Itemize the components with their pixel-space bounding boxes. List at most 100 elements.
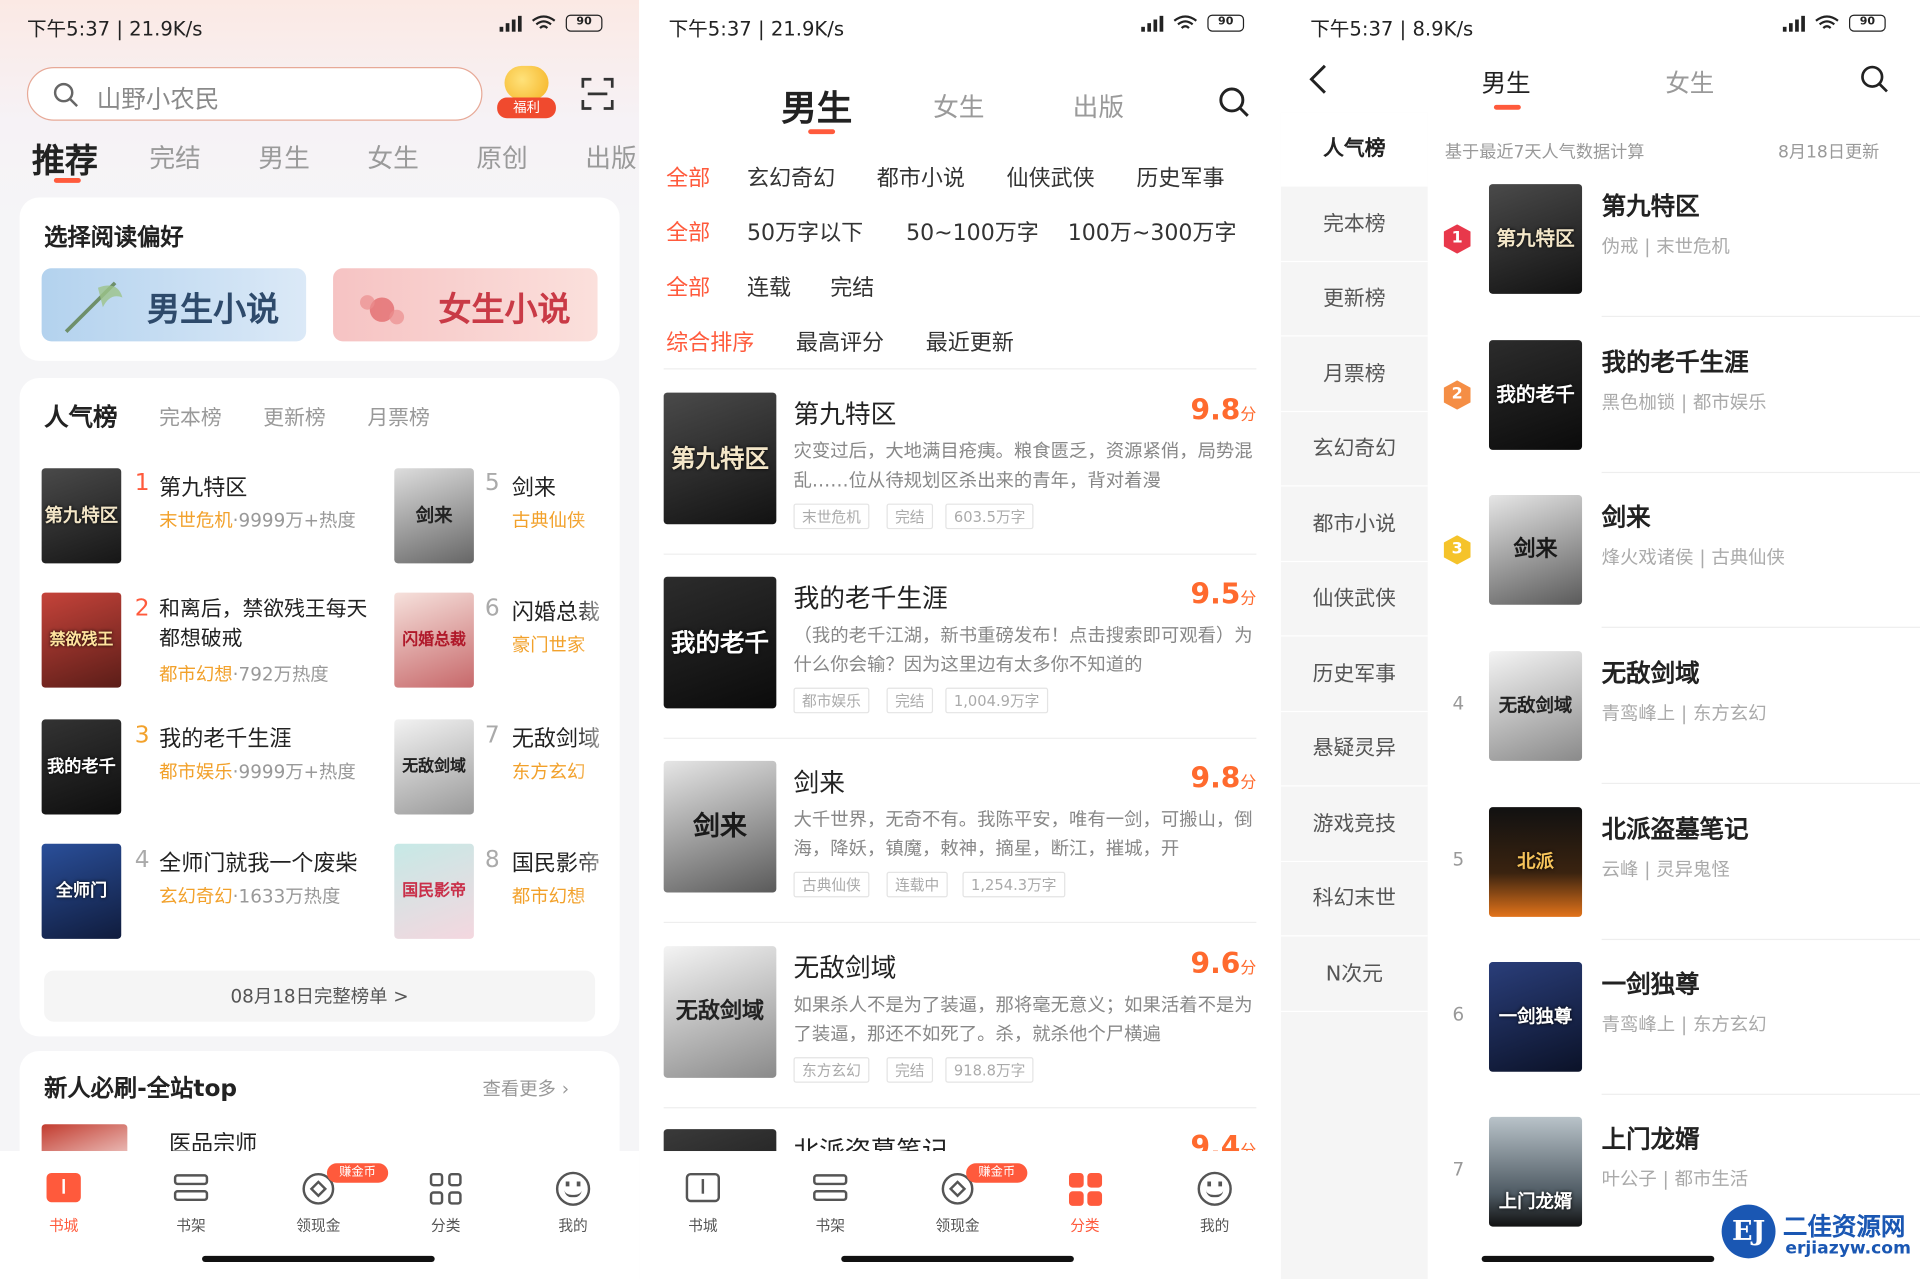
tab-indicator	[53, 178, 81, 183]
tab-publish[interactable]: 出版	[1073, 88, 1124, 125]
nav-category[interactable]: 分类	[1036, 1168, 1134, 1235]
book-cover[interactable]: 剑来	[394, 468, 474, 564]
sidebar-item[interactable]: 更新榜	[1280, 262, 1428, 337]
nav-mine[interactable]: 我的	[1166, 1168, 1264, 1235]
nav-bookstore[interactable]: 书城	[654, 1168, 752, 1235]
sidebar-item[interactable]: 玄幻奇幻	[1280, 412, 1428, 487]
rank-tab-monthly[interactable]: 月票榜	[367, 400, 429, 430]
male-novel-button[interactable]: 男生小说	[41, 268, 307, 342]
book-list-item[interactable]: 无敌剑域 无敌剑域 9.6分 如果杀人不是为了装逼，那将毫无意义；如果活着不是为…	[663, 946, 1257, 1129]
filter-option[interactable]: 综合排序	[666, 326, 754, 358]
signal-icon	[1141, 15, 1164, 32]
see-more-link[interactable]: 查看更多 ›	[482, 1075, 569, 1101]
cover-title: 剑来	[415, 504, 453, 527]
filter-option[interactable]: 连载	[747, 271, 791, 303]
filter-option[interactable]: 都市小说	[877, 161, 965, 193]
filter-option[interactable]: 全部	[666, 271, 710, 303]
ranking-item[interactable]: 2 我的老千 我的老千生涯 黑色枷锁 | 都市娱乐	[1440, 340, 1920, 496]
search-input[interactable]: 山野小农民	[26, 67, 483, 121]
filter-option[interactable]: 最高评分	[796, 326, 884, 358]
book-cover[interactable]: 闪婚总裁	[394, 592, 474, 688]
sidebar-item[interactable]: N次元	[1280, 938, 1428, 1013]
book-cover[interactable]: 无敌剑域	[394, 719, 474, 815]
rank-tab-finished[interactable]: 完本榜	[159, 400, 221, 430]
sidebar-item[interactable]: 人气榜	[1280, 112, 1428, 187]
tab-publish[interactable]: 出版	[585, 139, 636, 176]
score-value: 9.6	[1190, 948, 1241, 981]
tab-male[interactable]: 男生	[258, 139, 309, 176]
filter-option[interactable]: 历史军事	[1136, 161, 1224, 193]
tab-male[interactable]: 男生	[1482, 63, 1531, 98]
divider	[1601, 782, 1920, 785]
sidebar-item[interactable]: 悬疑灵异	[1280, 712, 1428, 787]
nav-label: 书架	[815, 1216, 845, 1234]
nav-bookstore[interactable]: 书城	[15, 1168, 113, 1235]
book-title[interactable]: 我的老千生涯	[159, 722, 291, 754]
filter-option[interactable]: 全部	[666, 216, 710, 248]
search-icon[interactable]	[1217, 85, 1251, 119]
filter-option[interactable]: 全部	[666, 161, 710, 193]
ranking-item[interactable]: 4 无敌剑域 无敌剑域 青鸾峰上 | 东方玄幻	[1440, 651, 1920, 807]
book-title[interactable]: 剑来	[512, 471, 556, 503]
ranking-item[interactable]: 5 北派 北派盗墓笔记 云峰 | 灵异鬼怪	[1440, 807, 1920, 963]
rank-tab-updated[interactable]: 更新榜	[263, 400, 325, 430]
tab-recommend[interactable]: 推荐	[32, 134, 98, 182]
back-arrow-icon[interactable]	[1305, 63, 1332, 95]
book-tag: 豪门世家	[511, 634, 586, 656]
book-title[interactable]: 第九特区	[159, 471, 247, 503]
ranking-item[interactable]: 6 一剑独尊 一剑独尊 青鸾峰上 | 东方玄幻	[1440, 962, 1920, 1118]
male-novel-label: 男生小说	[146, 291, 280, 330]
filter-option[interactable]: 50万字以下	[747, 216, 863, 248]
sidebar-item[interactable]: 科幻末世	[1280, 862, 1428, 937]
scan-icon[interactable]	[580, 77, 614, 111]
sidebar-item[interactable]: 月票榜	[1280, 338, 1428, 413]
book-list-item[interactable]: 我的老千 我的老千生涯 9.5分 （我的老千江湖，新书重磅发布！点击搜索即可观看…	[663, 576, 1256, 760]
rank-tab-popular[interactable]: 人气榜	[44, 397, 117, 432]
cover-title: 我的老千	[1496, 382, 1575, 407]
tab-female[interactable]: 女生	[1665, 63, 1714, 98]
book-cover[interactable]: 国民影帝	[394, 843, 474, 939]
tab-female[interactable]: 女生	[933, 88, 984, 125]
ranking-item[interactable]: 3 剑来 剑来 烽火戏诸侯 | 古典仙侠	[1440, 495, 1920, 651]
book-cover[interactable]: 第九特区	[41, 468, 122, 564]
book-cover[interactable]: 全师门	[41, 843, 122, 939]
tab-finished[interactable]: 完结	[149, 139, 200, 176]
welfare-button[interactable]: 福利	[497, 65, 556, 120]
sidebar-item[interactable]: 都市小说	[1280, 488, 1428, 563]
filter-option[interactable]: 50~100万字	[906, 216, 1039, 248]
nav-shelf[interactable]: 书架	[781, 1168, 879, 1235]
book-list-item[interactable]: 剑来 剑来 9.8分 大千世界，无奇不有。我陈平安，唯有一剑，可搬山，倒海，降妖…	[663, 760, 1256, 944]
full-list-button[interactable]: 08月18日完整榜单 >	[44, 970, 596, 1022]
book-cover[interactable]: 禁欲残王	[41, 592, 122, 688]
nav-category[interactable]: 分类	[397, 1168, 495, 1235]
female-novel-button[interactable]: 女生小说	[333, 268, 598, 342]
book-list-item[interactable]: 第九特区 第九特区 9.8分 灾变过后，大地满目疮痍。粮食匮乏，资源紧俏，局势混…	[663, 392, 1256, 576]
rank-number: 6	[484, 595, 500, 622]
ranking-item[interactable]: 1 第九特区 第九特区 伪戒 | 末世危机	[1440, 184, 1920, 340]
tab-female[interactable]: 女生	[367, 139, 418, 176]
tab-male[interactable]: 男生	[781, 80, 852, 131]
sidebar-item[interactable]: 完本榜	[1280, 188, 1428, 263]
nav-shelf[interactable]: 书架	[142, 1168, 240, 1235]
book-cover[interactable]: 我的老千	[41, 719, 122, 815]
book-title[interactable]: 全师门就我一个废柴	[159, 846, 357, 878]
nav-cash[interactable]: 赚金币 领现金	[909, 1163, 1028, 1235]
filter-option[interactable]: 最近更新	[926, 326, 1014, 358]
nav-cash[interactable]: 赚金币 领现金	[269, 1163, 389, 1235]
book-heat: ·9999万+热度	[232, 760, 356, 783]
score-unit: 分	[1240, 959, 1257, 978]
filter-option[interactable]: 100万~300万字	[1068, 216, 1237, 248]
sidebar-item[interactable]: 仙侠武侠	[1280, 562, 1428, 637]
filter-option[interactable]: 仙侠武侠	[1007, 161, 1095, 193]
nav-mine[interactable]: 我的	[524, 1168, 622, 1235]
signal-icon	[1782, 15, 1805, 32]
sidebar-item[interactable]: 历史军事	[1280, 638, 1428, 713]
shelf-icon	[170, 1168, 212, 1209]
filter-option[interactable]: 完结	[830, 271, 874, 303]
book-title[interactable]: 和离后，禁欲残王每天都想破戒	[159, 595, 375, 654]
sidebar-item[interactable]: 游戏竞技	[1280, 788, 1428, 863]
filter-option[interactable]: 玄幻奇幻	[747, 161, 835, 193]
tab-original[interactable]: 原创	[476, 139, 527, 176]
book-tag: 完结	[886, 1057, 934, 1083]
search-icon[interactable]	[1859, 63, 1891, 95]
